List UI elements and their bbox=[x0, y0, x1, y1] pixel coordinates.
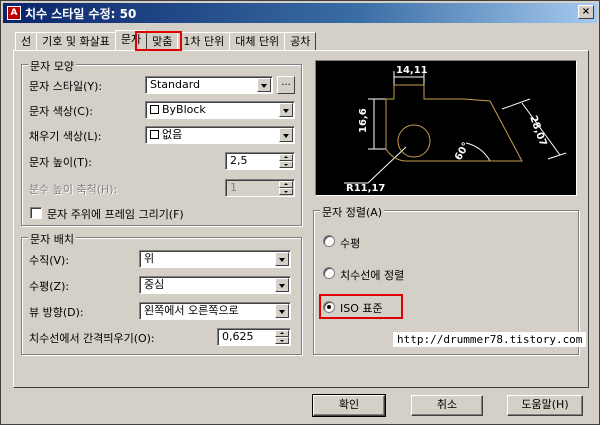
chevron-down-icon[interactable] bbox=[279, 103, 293, 117]
preview-dim-top: 14,11 bbox=[396, 65, 428, 76]
group-title: 문자 배치 bbox=[28, 231, 76, 247]
tab-lines[interactable]: 선 bbox=[15, 32, 38, 50]
group-title: 문자 모양 bbox=[28, 58, 76, 74]
fraction-height-spinner: 1 bbox=[225, 179, 295, 197]
horizontal-value: 중심 bbox=[144, 278, 165, 291]
ok-button[interactable]: 확인 bbox=[312, 394, 386, 417]
preview-dim-left: 16,6 bbox=[358, 108, 369, 133]
text-height-label: 문자 높이(T): bbox=[29, 156, 92, 169]
horizontal-label: 수평(Z): bbox=[29, 280, 70, 293]
dimension-preview: 14,11 16,6 28,07 60° R11,17 bbox=[315, 60, 577, 196]
spin-down-icon[interactable] bbox=[275, 337, 289, 344]
align-dimension-line-radio[interactable] bbox=[323, 267, 335, 279]
watermark-url: http://drummer78.tistory.com bbox=[393, 332, 587, 347]
align-iso-radio[interactable] bbox=[323, 301, 335, 313]
spin-down-icon[interactable] bbox=[279, 161, 293, 168]
offset-spinner[interactable]: 0,625 bbox=[217, 328, 291, 346]
fraction-height-label: 분수 높이 축척(H): bbox=[29, 183, 118, 196]
align-horizontal-label: 수평 bbox=[340, 237, 361, 250]
spin-up-icon[interactable] bbox=[275, 330, 289, 337]
text-style-select[interactable]: Standard bbox=[145, 76, 273, 94]
align-iso-label: ISO 표준 bbox=[340, 302, 383, 315]
tab-primary-units[interactable]: 1차 단위 bbox=[177, 32, 231, 50]
chevron-down-icon[interactable] bbox=[275, 304, 289, 318]
text-style-label: 문자 스타일(Y): bbox=[29, 80, 103, 93]
tab-alternate-units[interactable]: 대체 단위 bbox=[229, 32, 286, 50]
offset-value: 0,625 bbox=[222, 330, 254, 343]
window-title: 치수 스타일 수정: 50 bbox=[25, 6, 137, 21]
spin-down-icon bbox=[279, 188, 293, 195]
vertical-value: 위 bbox=[144, 252, 155, 265]
fraction-height-value: 1 bbox=[230, 181, 237, 194]
tab-text[interactable]: 문자 bbox=[114, 30, 148, 50]
help-button[interactable]: 도움말(H) bbox=[507, 395, 583, 416]
spin-up-icon[interactable] bbox=[279, 154, 293, 161]
preview-dim-radius: R11,17 bbox=[346, 183, 385, 194]
align-dimension-line-label: 치수선에 정렬 bbox=[340, 269, 405, 282]
tab-strip: 선 기호 및 화살표 문자 맞춤 1차 단위 대체 단위 공차 bbox=[15, 30, 317, 51]
text-height-spinner[interactable]: 2,5 bbox=[225, 152, 295, 170]
autocad-icon: A bbox=[7, 6, 21, 20]
fill-color-select[interactable]: 없음 bbox=[145, 126, 295, 144]
view-direction-select[interactable]: 왼쪽에서 오른쪽으로 bbox=[139, 302, 291, 320]
cancel-button[interactable]: 취소 bbox=[411, 395, 483, 416]
preview-drawing: 14,11 16,6 28,07 60° R11,17 bbox=[344, 65, 567, 194]
text-color-value: ByBlock bbox=[162, 103, 206, 116]
color-swatch-icon bbox=[150, 105, 159, 114]
text-style-browse-button[interactable]: ... bbox=[277, 76, 295, 94]
text-height-value: 2,5 bbox=[230, 154, 248, 167]
horizontal-select[interactable]: 중심 bbox=[139, 276, 291, 294]
spin-up-icon bbox=[279, 181, 293, 188]
chevron-down-icon[interactable] bbox=[275, 252, 289, 266]
view-direction-value: 왼쪽에서 오른쪽으로 bbox=[144, 304, 239, 317]
draw-frame-label: 문자 주위에 프레임 그리기(F) bbox=[47, 208, 184, 221]
chevron-down-icon[interactable] bbox=[257, 78, 271, 92]
group-title: 문자 정렬(A) bbox=[320, 204, 385, 220]
chevron-down-icon[interactable] bbox=[279, 128, 293, 142]
fill-color-label: 채우기 색상(L): bbox=[29, 130, 102, 143]
fill-color-value: 없음 bbox=[162, 128, 183, 141]
dialog-window: A 치수 스타일 수정: 50 × 선 기호 및 화살표 문자 맞춤 1차 단위… bbox=[0, 0, 600, 425]
align-horizontal-radio[interactable] bbox=[323, 235, 335, 247]
color-swatch-icon bbox=[150, 130, 159, 139]
text-style-value: Standard bbox=[150, 78, 201, 91]
offset-label: 치수선에서 간격띄우기(O): bbox=[29, 332, 155, 345]
text-color-select[interactable]: ByBlock bbox=[145, 101, 295, 119]
draw-frame-checkbox[interactable] bbox=[30, 207, 42, 219]
tab-tolerances[interactable]: 공차 bbox=[284, 32, 317, 50]
vertical-label: 수직(V): bbox=[29, 254, 70, 267]
view-direction-label: 뷰 방향(D): bbox=[29, 306, 84, 319]
title-bar[interactable]: A 치수 스타일 수정: 50 × bbox=[3, 3, 597, 23]
vertical-select[interactable]: 위 bbox=[139, 250, 291, 268]
chevron-down-icon[interactable] bbox=[275, 278, 289, 292]
close-button[interactable]: × bbox=[578, 5, 594, 19]
tab-fit[interactable]: 맞춤 bbox=[146, 32, 179, 50]
tab-symbols-arrows[interactable]: 기호 및 화살표 bbox=[36, 32, 116, 50]
text-color-label: 문자 색상(C): bbox=[29, 105, 93, 118]
preview-dim-right: 28,07 bbox=[527, 114, 548, 148]
